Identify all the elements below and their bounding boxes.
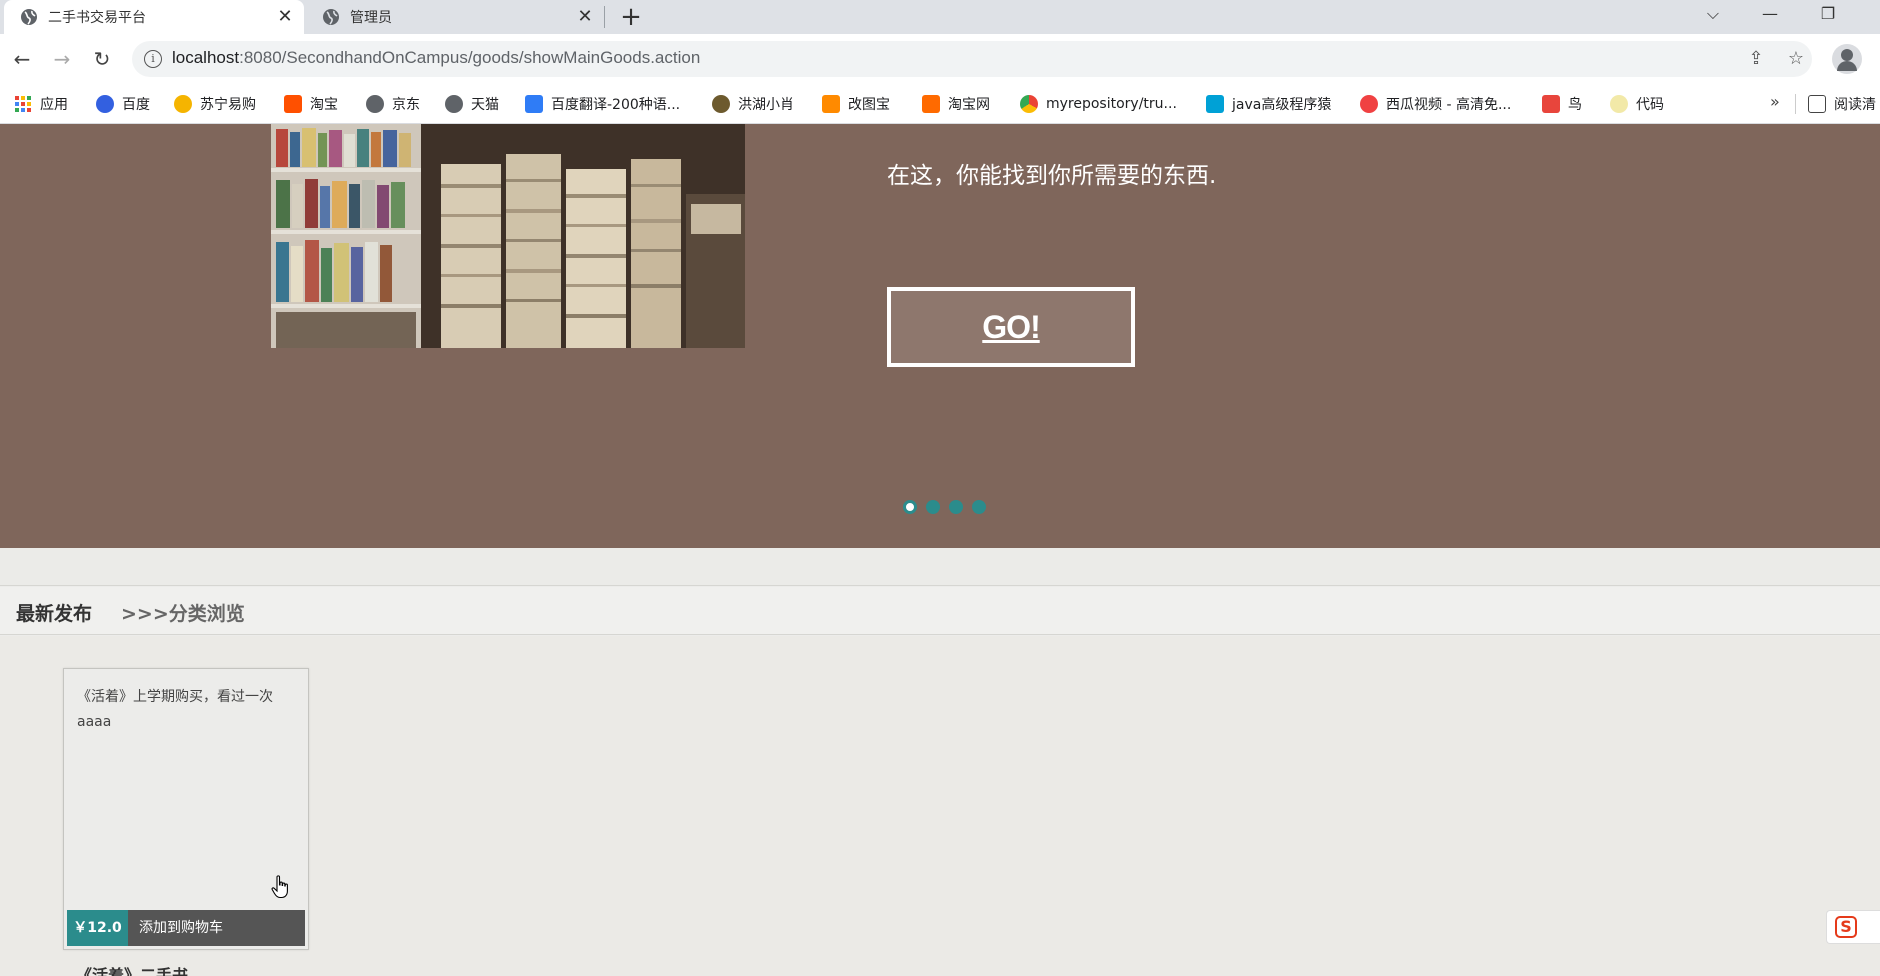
tab-secondhand-book[interactable]: 二手书交易平台 ✕	[4, 0, 304, 34]
carousel-dot-1[interactable]	[903, 500, 917, 514]
bookmark-xigua[interactable]: 西瓜视频 - 高清免...	[1360, 94, 1511, 114]
tab-title: 二手书交易平台	[48, 10, 146, 26]
close-tab-icon[interactable]: ✕	[274, 6, 296, 28]
hero-tagline: 在这，你能找到你所需要的东西.	[887, 163, 1217, 189]
bookmark-gaitubao[interactable]: 改图宝	[822, 94, 890, 114]
carousel-dot-3[interactable]	[949, 500, 963, 514]
tab-admin[interactable]: 管理员 ✕	[306, 0, 604, 34]
globe-icon	[366, 95, 384, 113]
bookmark-code[interactable]: 代码	[1610, 94, 1664, 114]
goods-list: 《活着》上学期购买，看过一次 aaaa ￥12.0 添加到购物车 《活着》二手书	[0, 636, 1880, 976]
forward-arrow-icon[interactable]: →	[47, 44, 77, 74]
url-bar[interactable]: i localhost:8080/SecondhandOnCampus/good…	[132, 41, 1812, 77]
bookmark-suning[interactable]: 苏宁易购	[174, 94, 256, 114]
bookmark-taobaowang[interactable]: 淘宝网	[922, 94, 990, 114]
bookmark-separator	[1795, 94, 1796, 114]
more-bookmarks-icon[interactable]: »	[1770, 92, 1780, 111]
share-icon[interactable]: ⇪	[1744, 47, 1768, 71]
address-toolbar: ← → ↻ i localhost:8080/SecondhandOnCampu…	[0, 34, 1880, 84]
xigua-icon	[1360, 95, 1378, 113]
goods-card[interactable]: 《活着》上学期购买，看过一次 aaaa ￥12.0 添加到购物车	[63, 668, 309, 950]
globe-icon	[21, 9, 37, 25]
section-nav: 最新发布 >>>分类浏览	[0, 587, 1880, 635]
carousel-dot-2[interactable]	[926, 500, 940, 514]
goods-action-bar: ￥12.0 添加到购物车	[67, 910, 305, 946]
bookmark-honghu[interactable]: 洪湖小肖	[712, 94, 794, 114]
bilibili-icon	[1206, 95, 1224, 113]
taobao-icon	[922, 95, 940, 113]
tab-separator	[604, 6, 605, 28]
bookmark-java[interactable]: java高级程序猿	[1206, 94, 1331, 114]
go-button[interactable]: GO!	[887, 287, 1135, 367]
code-icon	[1610, 95, 1628, 113]
profile-avatar-icon[interactable]	[1832, 44, 1862, 74]
avatar-icon	[712, 95, 730, 113]
carousel-indicators	[903, 500, 995, 514]
bookmark-taobao[interactable]: 淘宝	[284, 94, 338, 114]
latest-releases-tab[interactable]: 最新发布	[16, 599, 92, 626]
suning-icon	[174, 95, 192, 113]
bookmark-apps[interactable]: 应用	[14, 94, 68, 114]
hero-carousel: 在这，你能找到你所需要的东西. GO!	[0, 124, 1880, 548]
add-to-cart-button[interactable]: 添加到购物车	[128, 910, 305, 946]
bookshelf-image	[271, 124, 745, 348]
bookmark-tmall[interactable]: 天猫	[445, 94, 499, 114]
category-browse-link[interactable]: >>>分类浏览	[121, 599, 245, 626]
chrome-icon	[1020, 95, 1038, 113]
site-info-icon[interactable]: i	[144, 50, 162, 68]
bookmarks-bar: 应用 百度 苏宁易购 淘宝 京东 天猫 百度翻译-200种语... 洪湖小肖 改…	[0, 84, 1880, 124]
bookmark-myrepository[interactable]: myrepository/tru...	[1020, 94, 1177, 114]
browser-tab-bar: 二手书交易平台 ✕ 管理员 ✕ + ⌵ — ❐	[0, 0, 1880, 34]
tab-search-icon[interactable]: ⌵	[1690, 0, 1736, 30]
bookmark-jd[interactable]: 京东	[366, 94, 420, 114]
hand-cursor-icon	[271, 875, 288, 899]
baidu-icon	[96, 95, 114, 113]
url-text[interactable]: localhost:8080/SecondhandOnCampus/goods/…	[172, 48, 700, 68]
reading-list[interactable]: 阅读清	[1808, 94, 1876, 114]
divider-strip	[0, 548, 1880, 586]
goods-price: ￥12.0	[67, 910, 128, 946]
goods-title[interactable]: 《活着》二手书	[76, 962, 188, 976]
bookmark-star-icon[interactable]: ☆	[1784, 47, 1808, 71]
new-tab-button[interactable]: +	[616, 2, 646, 32]
sogou-ime-icon: S	[1835, 916, 1857, 938]
tab-title: 管理员	[350, 10, 392, 26]
bookmark-baidu-translate[interactable]: 百度翻译-200种语...	[525, 94, 680, 114]
apps-grid-icon	[15, 96, 31, 112]
ime-toolbar[interactable]: S	[1826, 910, 1880, 944]
globe-icon	[445, 95, 463, 113]
gaitubao-icon	[822, 95, 840, 113]
reload-icon[interactable]: ↻	[87, 44, 117, 74]
minimize-button[interactable]: —	[1747, 0, 1793, 30]
restore-button[interactable]: ❐	[1805, 0, 1851, 30]
bookmark-baidu[interactable]: 百度	[96, 94, 150, 114]
goods-description: 《活着》上学期购买，看过一次 aaaa	[77, 689, 273, 730]
bird-icon	[1542, 95, 1560, 113]
taobao-icon	[284, 95, 302, 113]
carousel-dot-4[interactable]	[972, 500, 986, 514]
bookmark-bird[interactable]: 鸟	[1542, 94, 1582, 114]
globe-icon	[323, 9, 339, 25]
back-arrow-icon[interactable]: ←	[7, 44, 37, 74]
translate-icon	[525, 95, 543, 113]
reading-list-icon	[1808, 95, 1826, 113]
close-tab-icon[interactable]: ✕	[574, 6, 596, 28]
